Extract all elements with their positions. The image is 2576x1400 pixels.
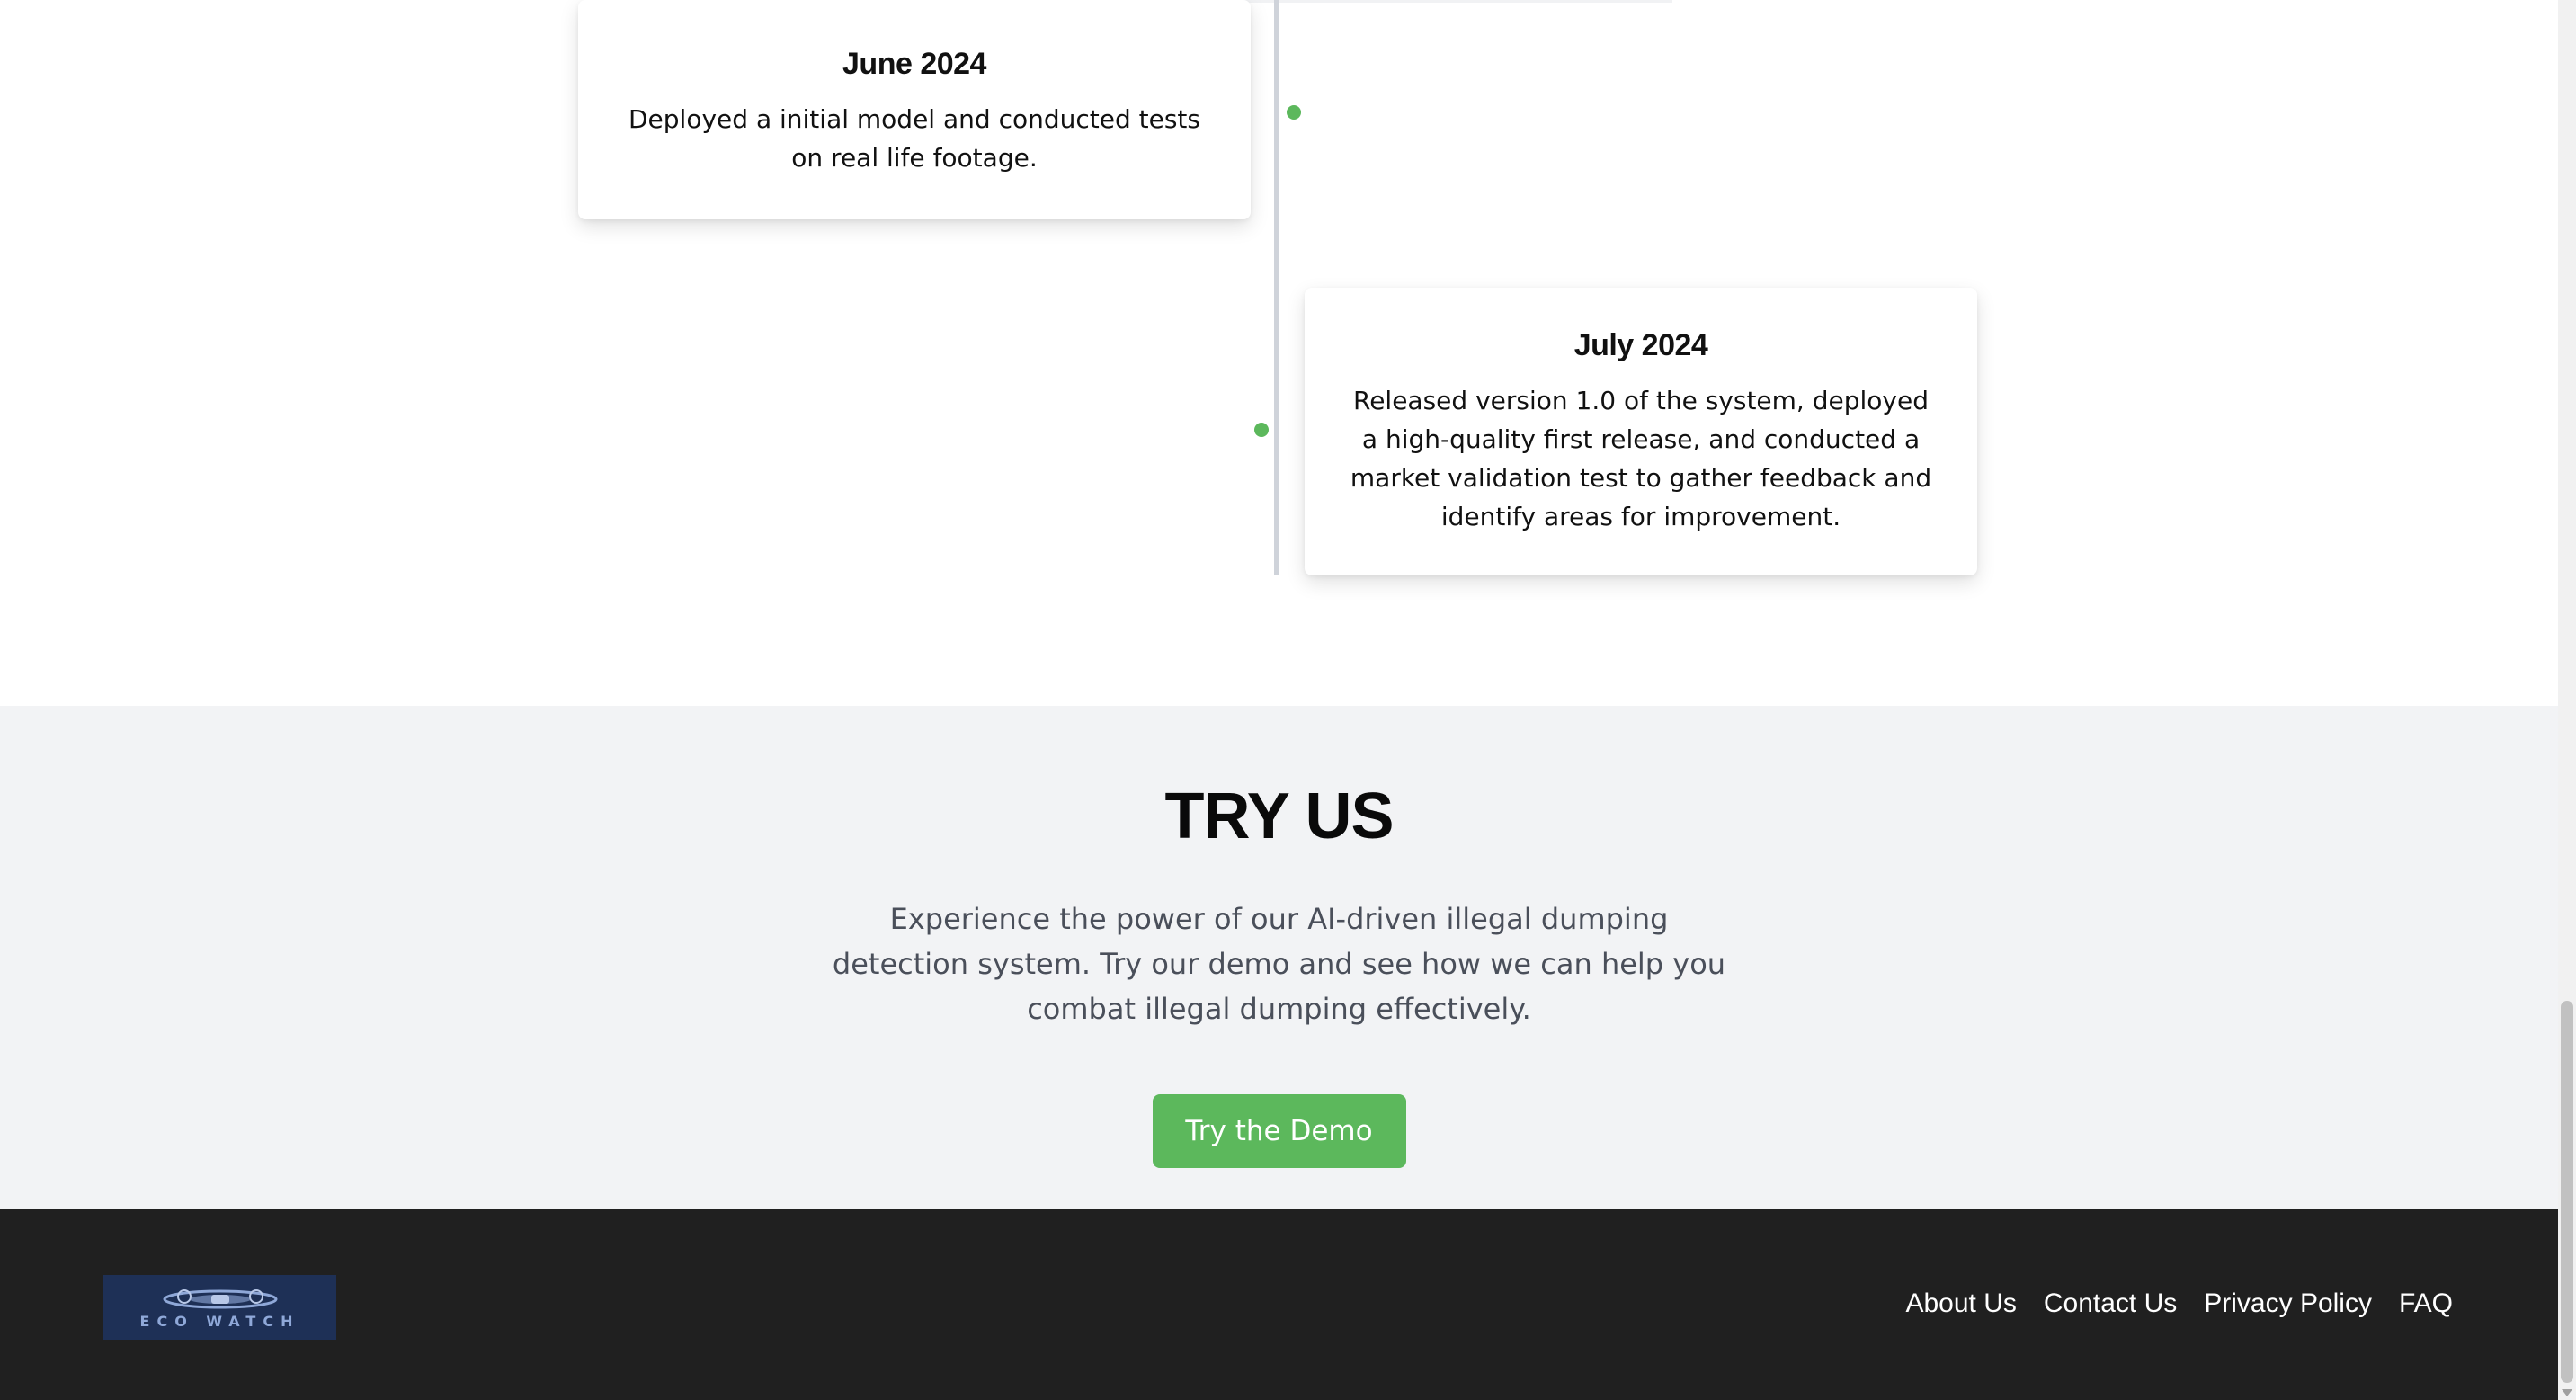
eco-watch-logo[interactable]: ECO WATCH (103, 1275, 336, 1340)
page: June 2024 Deployed a initial model and c… (0, 0, 2576, 1400)
footer-link-faq[interactable]: FAQ (2399, 1289, 2453, 1319)
scroll-down-arrow-icon[interactable] (2562, 1389, 2572, 1396)
footer-link-privacy-policy[interactable]: Privacy Policy (2204, 1289, 2372, 1319)
timeline-description: Deployed a initial model and conducted t… (628, 104, 1200, 173)
page-scrollbar[interactable] (2558, 0, 2576, 1400)
footer-link-about-us[interactable]: About Us (1905, 1289, 2016, 1319)
timeline-section: June 2024 Deployed a initial model and c… (0, 0, 2558, 706)
section-description: Experience the power of our AI-driven il… (832, 902, 1726, 1026)
logo-text: ECO WATCH (139, 1312, 300, 1330)
timeline-card-july-2024: July 2024 Released version 1.0 of the sy… (1305, 288, 1977, 575)
timeline-dot (1254, 423, 1269, 437)
timeline-line (1274, 0, 1279, 575)
footer-link-contact-us[interactable]: Contact Us (2044, 1289, 2177, 1319)
scrollbar-thumb[interactable] (2561, 1001, 2573, 1383)
timeline-card-june-2024: June 2024 Deployed a initial model and c… (578, 0, 1251, 219)
footer-nav: About Us Contact Us Privacy Policy FAQ (1905, 1289, 2453, 1319)
timeline-date: June 2024 (842, 47, 986, 81)
try-us-section: TRY US Experience the power of our AI-dr… (0, 706, 2558, 1209)
timeline-date: July 2024 (1573, 328, 1708, 362)
section-title: TRY US (1164, 780, 1394, 852)
drone-icon (163, 1289, 277, 1308)
try-demo-button[interactable]: Try the Demo (1152, 1094, 1406, 1168)
footer: ECO WATCH About Us Contact Us Privacy Po… (0, 1209, 2558, 1400)
timeline-description: Released version 1.0 of the system, depl… (1350, 386, 1932, 531)
timeline-dot (1287, 105, 1301, 120)
